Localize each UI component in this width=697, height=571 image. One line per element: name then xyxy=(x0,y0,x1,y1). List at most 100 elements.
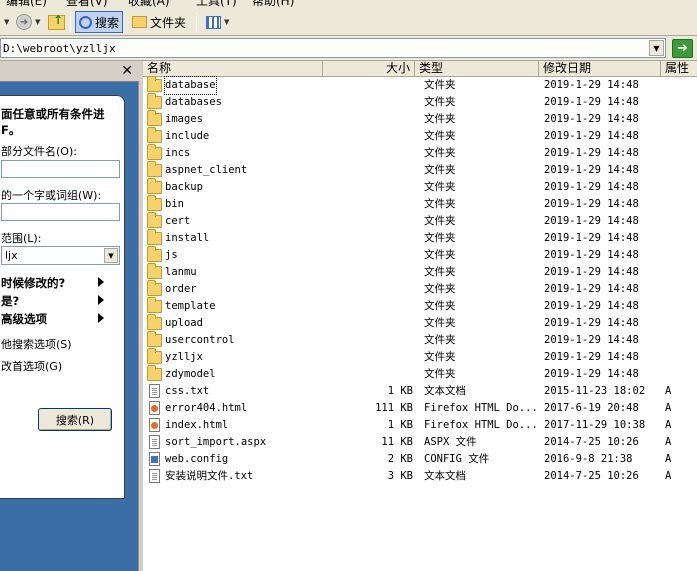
file-size xyxy=(333,315,413,332)
file-row[interactable]: upload 文件夹 2019-1-29 14:48 xyxy=(143,314,697,332)
file-name: cert xyxy=(165,215,191,227)
expand-arrow-icon[interactable] xyxy=(98,295,104,305)
file-type: 文件夹 xyxy=(424,351,456,363)
word-input[interactable] xyxy=(1,203,120,221)
file-size xyxy=(333,128,413,145)
go-button[interactable]: ➜ xyxy=(672,39,693,58)
file-type: ASPX 文件 xyxy=(424,436,477,448)
advanced-option[interactable]: 高级选项 xyxy=(1,311,47,327)
expand-arrow-icon[interactable] xyxy=(98,313,104,323)
column-name[interactable]: 名称 xyxy=(143,61,323,77)
file-row[interactable]: template 文件夹 2019-1-29 14:48 xyxy=(143,297,697,315)
file-name: backup xyxy=(165,181,203,193)
file-modified: 2019-1-29 14:48 xyxy=(544,164,639,176)
column-modified[interactable]: 修改日期 xyxy=(539,61,661,77)
file-modified: 2019-1-29 14:48 xyxy=(544,300,639,312)
search-submit-button[interactable]: 搜索(R) xyxy=(38,408,112,431)
file-name-input[interactable] xyxy=(1,160,120,178)
file-row[interactable]: install 文件夹 2019-1-29 14:48 xyxy=(143,229,697,247)
file-attr xyxy=(665,77,685,94)
search-pane-header: ✕ xyxy=(0,61,139,82)
chevron-down-icon[interactable]: ▼ xyxy=(104,248,118,263)
file-type: 文件夹 xyxy=(424,283,456,295)
file-row[interactable]: 安装说明文件.txt 3 KB 文本文档 2014-7-25 10:26 A xyxy=(143,468,697,485)
file-row[interactable]: js 文件夹 2019-1-29 14:48 xyxy=(143,246,697,264)
file-row[interactable]: images 文件夹 2019-1-29 14:48 xyxy=(143,110,697,128)
file-row[interactable]: order 文件夹 2019-1-29 14:48 xyxy=(143,280,697,298)
search-button[interactable]: 搜索 xyxy=(75,11,124,33)
file-modified: 2019-1-29 14:48 xyxy=(544,334,639,346)
folders-button[interactable]: 文件夹 xyxy=(128,11,190,33)
size-option[interactable]: 是? xyxy=(1,293,19,309)
file-type: 文件夹 xyxy=(424,198,456,210)
column-size[interactable]: 大小 xyxy=(323,61,415,77)
file-attr: A xyxy=(665,470,672,482)
column-type[interactable]: 类型 xyxy=(415,61,539,77)
forward-dropdown-icon[interactable]: ▼ xyxy=(35,18,40,26)
look-in-select[interactable]: ljx ▼ xyxy=(1,246,120,265)
forward-button[interactable]: ➜ ▼ xyxy=(12,11,44,33)
file-modified: 2016-9-8 21:38 xyxy=(544,453,633,465)
folders-label: 文件夹 xyxy=(150,15,187,30)
file-row[interactable]: bin 文件夹 2019-1-29 14:48 xyxy=(143,195,697,213)
search-title-line2: F。 xyxy=(1,123,21,137)
file-modified: 2019-1-29 14:48 xyxy=(544,130,639,142)
file-name: bin xyxy=(165,198,184,210)
file-row[interactable]: aspnet_client 文件夹 2019-1-29 14:48 xyxy=(143,161,697,179)
file-size xyxy=(333,196,413,213)
file-row[interactable]: index.html 1 KB Firefox HTML Do... 2017-11-… xyxy=(143,417,697,434)
back-dropdown-icon[interactable]: ▼ xyxy=(4,18,9,26)
file-modified: 2014-7-25 10:26 xyxy=(544,436,639,448)
file-row[interactable]: yzlljx 文件夹 2019-1-29 14:48 xyxy=(143,348,697,366)
address-dropdown-icon[interactable]: ▼ xyxy=(649,40,664,56)
file-name: template xyxy=(165,300,216,312)
folder-icon xyxy=(147,161,162,177)
file-attr xyxy=(665,366,685,383)
file-type: 文本文档 xyxy=(424,470,466,482)
folder-icon xyxy=(147,93,162,109)
close-icon[interactable]: ✕ xyxy=(121,63,133,79)
file-type: 文件夹 xyxy=(424,147,456,159)
word-label: 的一个字或词组(W): xyxy=(1,189,102,202)
file-attr: A xyxy=(665,385,672,397)
up-folder-button[interactable]: ↑ xyxy=(44,11,69,33)
file-row[interactable]: web.config 2 KB CONFIG 文件 2016-9-8 21:38 A xyxy=(143,451,697,468)
folder-icon xyxy=(147,195,162,211)
other-search-link[interactable]: 他搜索选项(S) xyxy=(1,336,72,352)
address-bar: D:\webroot\yzlljx ▼ ➜ xyxy=(0,36,697,61)
file-name: install xyxy=(165,232,210,244)
file-row[interactable]: incs 文件夹 2019-1-29 14:48 xyxy=(143,144,697,162)
file-row[interactable]: cert 文件夹 2019-1-29 14:48 xyxy=(143,212,697,230)
file-type: Firefox HTML Do... xyxy=(424,402,538,414)
menu-bar: 编辑(E) 查看(V) 收藏(A) 工具(T) 帮助(H) xyxy=(0,0,697,8)
file-size xyxy=(333,366,413,383)
file-row[interactable]: zdymodel 文件夹 2019-1-29 14:48 xyxy=(143,365,697,383)
file-row[interactable]: sort_import.aspx 11 KB ASPX 文件 2014-7-25 10… xyxy=(143,434,697,451)
column-attr[interactable]: 属性 xyxy=(661,61,697,77)
file-row[interactable]: databases 文件夹 2019-1-29 14:48 xyxy=(143,93,697,111)
aspx-file-icon xyxy=(149,435,160,449)
file-row[interactable]: css.txt 1 KB 文本文档 2015-11-23 18:02 A xyxy=(143,383,697,400)
search-pane: ✕ 面任意或所有条件进 F。 部分文件名(O): 的一个字或词组(W): 范围(… xyxy=(0,61,139,571)
expand-arrow-icon[interactable] xyxy=(98,277,104,287)
file-name: css.txt xyxy=(165,385,210,397)
file-row[interactable]: include 文件夹 2019-1-29 14:48 xyxy=(143,127,697,145)
file-row[interactable]: error404.html 111 KB Firefox HTML Do... 201… xyxy=(143,400,697,417)
views-dropdown-icon[interactable]: ▼ xyxy=(224,18,229,26)
address-path[interactable]: D:\webroot\yzlljx xyxy=(3,42,116,55)
views-button[interactable]: ▼ xyxy=(202,11,233,33)
file-modified: 2019-1-29 14:48 xyxy=(544,232,639,244)
file-name: lanmu xyxy=(165,266,197,278)
file-size xyxy=(333,213,413,230)
file-attr: A xyxy=(665,402,672,414)
file-row[interactable]: lanmu 文件夹 2019-1-29 14:48 xyxy=(143,263,697,281)
change-prefs-link[interactable]: 改首选项(G) xyxy=(1,358,62,374)
when-modified-option[interactable]: 时候修改的? xyxy=(1,275,65,291)
folder-icon xyxy=(147,263,162,279)
file-row[interactable]: database 文件夹 2019-1-29 14:48 xyxy=(143,76,697,95)
folder-icon xyxy=(147,229,162,245)
file-row[interactable]: usercontrol 文件夹 2019-1-29 14:48 xyxy=(143,331,697,349)
file-list: 名称 大小 类型 修改日期 属性 database 文件夹 2019-1-29 14… xyxy=(143,61,697,571)
file-row[interactable]: backup 文件夹 2019-1-29 14:48 xyxy=(143,178,697,196)
address-field[interactable]: D:\webroot\yzlljx ▼ xyxy=(0,38,666,58)
